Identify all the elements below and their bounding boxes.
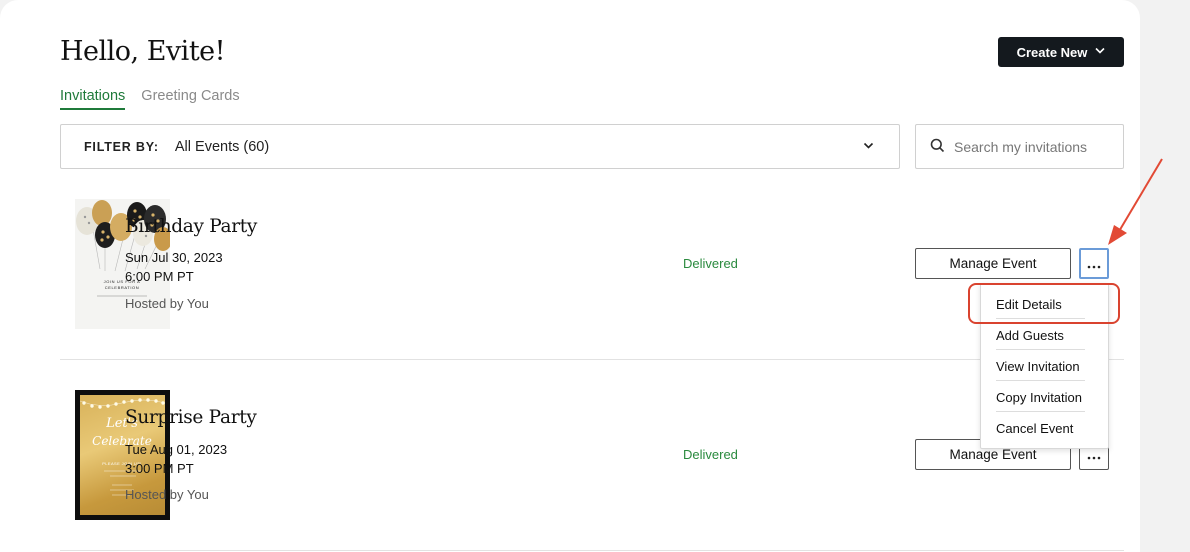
search-box[interactable]: Search my invitations	[915, 124, 1124, 169]
event-date-line: Sun Jul 30, 2023	[125, 250, 223, 265]
page-title: Hello, Evite!	[60, 36, 226, 67]
menu-item-copy-invitation[interactable]: Copy Invitation	[996, 390, 1082, 405]
search-input[interactable]: Search my invitations	[954, 139, 1087, 155]
menu-item-cancel-event[interactable]: Cancel Event	[996, 421, 1073, 436]
tab-greeting-cards[interactable]: Greeting Cards	[141, 88, 239, 110]
event-time-line: 6:00 PM PT	[125, 269, 194, 284]
tab-invitations[interactable]: Invitations	[60, 88, 126, 110]
chevron-down-icon	[863, 139, 874, 153]
event-date-line: Tue Aug 01, 2023	[125, 442, 228, 457]
create-new-button[interactable]: Create New	[998, 37, 1124, 67]
menu-divider	[996, 411, 1085, 412]
event-name[interactable]: Surprise Party	[125, 407, 257, 428]
create-new-label: Create New	[1016, 44, 1088, 60]
event-name[interactable]: Birthday Party	[125, 216, 257, 237]
menu-divider	[996, 380, 1085, 381]
ellipsis-icon	[1087, 256, 1101, 272]
tab-bar: Invitations Greeting Cards	[60, 88, 240, 110]
status-badge: Delivered	[683, 256, 738, 271]
row-divider	[60, 550, 1124, 551]
menu-divider	[996, 349, 1085, 350]
search-icon	[930, 138, 954, 156]
filter-value: All Events (60)	[174, 138, 270, 155]
event-date: Sun Jul 30, 2023 6:00 PM PT	[125, 248, 223, 286]
event-time-line: 3:00 PM PT	[125, 461, 194, 476]
manage-event-button[interactable]: Manage Event	[915, 248, 1071, 279]
event-date: Tue Aug 01, 2023 3:00 PM PT	[125, 440, 227, 478]
filter-dropdown[interactable]: FILTER BY: All Events (60)	[60, 124, 900, 169]
annotation-highlight-box	[968, 283, 1120, 324]
filter-label: FILTER BY:	[84, 139, 159, 154]
menu-item-add-guests[interactable]: Add Guests	[996, 328, 1064, 343]
chevron-down-icon	[1095, 46, 1105, 57]
menu-item-view-invitation[interactable]: View Invitation	[996, 359, 1080, 374]
annotation-arrow-icon	[1108, 158, 1163, 245]
status-badge: Delivered	[683, 447, 738, 462]
event-host: Hosted by You	[125, 487, 209, 502]
row-divider	[60, 359, 1124, 360]
event-host: Hosted by You	[125, 296, 209, 311]
